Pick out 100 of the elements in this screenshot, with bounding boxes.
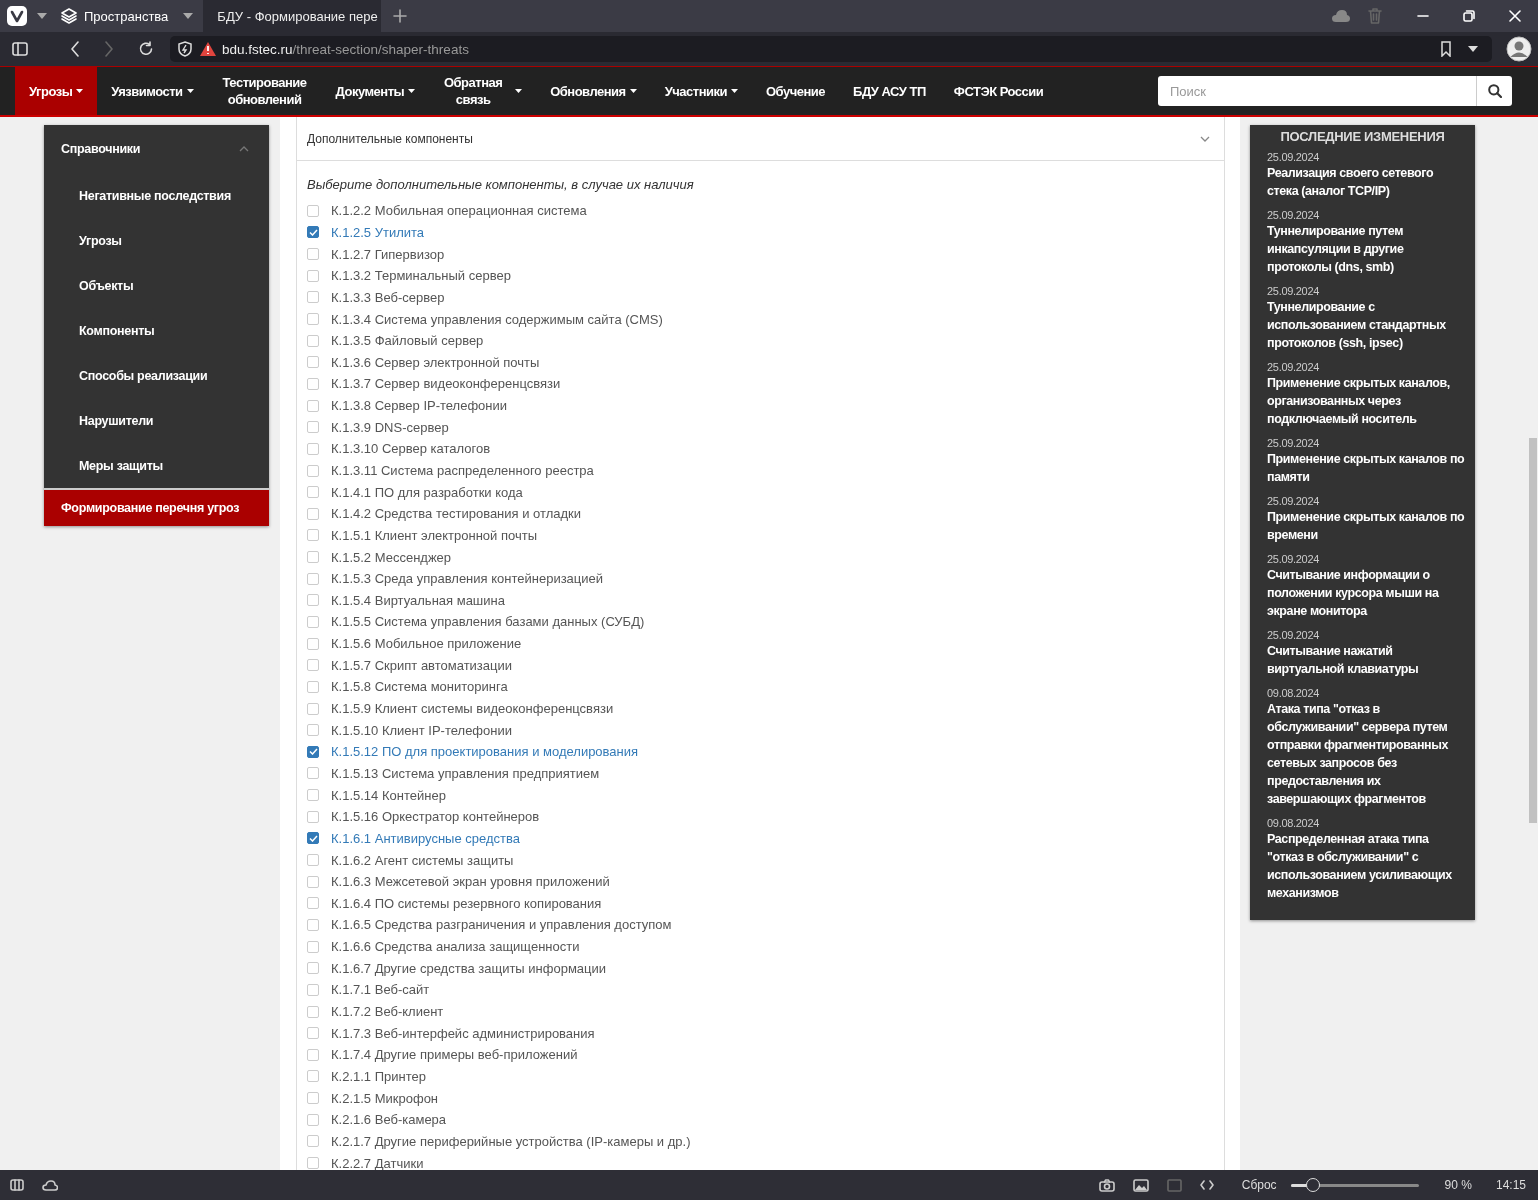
checkbox[interactable] [307, 204, 319, 217]
avatar-icon[interactable] [1506, 36, 1532, 62]
checkbox-label[interactable]: К.1.3.6 Сервер электронной почты [331, 354, 540, 370]
checkbox[interactable] [307, 832, 319, 845]
checkbox[interactable] [307, 313, 319, 325]
checkbox-label[interactable]: К.1.5.12 ПО для проектирования и моделирования [331, 744, 639, 760]
scrollbar-thumb[interactable] [1529, 438, 1537, 823]
checkbox-label[interactable]: К.1.3.5 Файловый сервер [331, 333, 484, 349]
checkbox[interactable] [307, 810, 319, 823]
checkbox[interactable] [307, 1048, 319, 1061]
checkbox-label[interactable]: К.1.6.4 ПО системы резервного копирования [331, 895, 602, 911]
checkbox[interactable] [307, 464, 319, 477]
shield-icon[interactable] [178, 41, 192, 57]
checkbox[interactable] [307, 918, 319, 931]
checkbox[interactable] [307, 897, 319, 910]
checkbox[interactable] [307, 702, 319, 715]
code-icon[interactable] [1199, 1180, 1214, 1190]
checkbox[interactable] [307, 940, 319, 953]
caret-icon[interactable] [76, 89, 84, 93]
news-link[interactable]: Реализация своего сетевого стека (аналог TCP/IP) [1267, 164, 1467, 200]
news-link[interactable]: Туннелирование с использованием стандартных протоколов (ssh, ipsec) [1267, 298, 1467, 352]
sidebar-item[interactable]: Меры защиты [44, 443, 269, 488]
zoom-slider[interactable] [1290, 1178, 1419, 1192]
sidebar-item[interactable]: Угрозы [44, 218, 269, 263]
checkbox-label[interactable]: К.1.5.13 Система управления предприятием [331, 765, 600, 781]
checkbox[interactable] [307, 1113, 319, 1126]
checkbox-label[interactable]: К.1.3.11 Система распределенного реестра [331, 463, 594, 478]
checkbox[interactable] [307, 572, 319, 585]
nav-menu-item[interactable]: Участники [650, 67, 752, 115]
checkbox[interactable] [307, 962, 319, 975]
checkbox-label[interactable]: К.1.2.7 Гипервизор [331, 246, 445, 262]
checkbox-label[interactable]: К.1.3.2 Терминальный сервер [331, 268, 511, 284]
news-link[interactable]: Применение скрытых каналов по времени [1267, 508, 1467, 544]
nav-menu-item[interactable]: Уязвимости [97, 67, 208, 115]
new-tab-icon[interactable] [393, 9, 408, 23]
news-link[interactable]: Применение скрытых каналов по памяти [1267, 450, 1467, 486]
caret-icon[interactable] [1468, 46, 1478, 52]
camera-icon[interactable] [1098, 1178, 1115, 1192]
checkbox[interactable] [307, 356, 319, 369]
panel-header[interactable]: Дополнительные компоненты [297, 117, 1224, 161]
checkbox-label[interactable]: К.1.7.1 Веб-сайт [331, 982, 430, 998]
caret-icon[interactable] [408, 89, 416, 93]
news-link[interactable]: Применение скрытых каналов, организованных через подключаемый носитель [1267, 374, 1467, 428]
slider-thumb[interactable] [1305, 1178, 1320, 1192]
nav-menu-item[interactable]: ФСТЭК России [939, 67, 1058, 115]
checkbox[interactable] [307, 291, 319, 304]
checkbox-label[interactable]: К.1.5.4 Виртуальная машина [331, 592, 505, 608]
chevron-down-icon[interactable] [1200, 135, 1210, 142]
checkbox-label[interactable]: К.1.5.9 Клиент системы видеоконференцсвязи [331, 701, 614, 717]
checkbox-label[interactable]: К.1.5.16 Оркестратор контейнеров [331, 809, 540, 825]
sidebar-item[interactable]: Компоненты [44, 308, 269, 353]
checkbox-label[interactable]: К.1.5.2 Мессенджер [331, 549, 452, 565]
checkbox-label[interactable]: К.1.5.3 Среда управления контейнеризацией [331, 571, 604, 587]
checkbox[interactable] [307, 680, 319, 693]
forward-icon[interactable] [104, 41, 114, 57]
checkbox-label[interactable]: К.1.3.9 DNS-сервер [331, 419, 449, 435]
checkbox[interactable] [307, 875, 319, 888]
nav-menu-item[interactable]: Обратная связь [429, 67, 537, 115]
browser-tab[interactable]: БДУ - Формирование пере [203, 0, 382, 32]
checkbox-label[interactable]: К.1.6.2 Агент системы защиты [331, 852, 514, 868]
checkbox[interactable] [307, 1157, 319, 1169]
nav-menu-item[interactable]: Обучение [752, 67, 840, 115]
checkbox-label[interactable]: К.1.7.2 Веб-клиент [331, 1004, 444, 1019]
search-button[interactable] [1476, 76, 1512, 106]
trash-icon[interactable] [1368, 8, 1382, 24]
news-link[interactable]: Распределенная атака типа "отказ в обслуживании" с использованием усиливающих механизмов [1267, 830, 1467, 902]
back-icon[interactable] [70, 41, 80, 57]
checkbox-label[interactable]: К.1.3.4 Система управления содержимым сайта (CMS) [331, 311, 663, 327]
checkbox-label[interactable]: К.1.5.8 Система мониторинга [331, 679, 508, 695]
checkbox[interactable] [307, 226, 319, 239]
checkbox-label[interactable]: К.1.4.1 ПО для разработки кода [331, 484, 523, 500]
panel-icon[interactable] [10, 1179, 24, 1191]
nav-menu-item[interactable]: Тестирование обновлений [207, 67, 322, 115]
reload-icon[interactable] [138, 41, 154, 57]
checkbox[interactable] [307, 1027, 319, 1040]
checkbox[interactable] [307, 789, 319, 802]
checkbox[interactable] [307, 616, 319, 628]
checkbox-label[interactable]: К.1.2.5 Утилита [331, 224, 425, 240]
checkbox-label[interactable]: К.1.5.14 Контейнер [331, 787, 446, 803]
checkbox[interactable] [307, 507, 319, 520]
image-icon[interactable] [1132, 1178, 1149, 1192]
checkbox-label[interactable]: К.2.1.6 Веб-камера [331, 1112, 447, 1128]
caret-icon[interactable] [515, 89, 523, 93]
checkbox-label[interactable]: К.1.5.1 Клиент электронной почты [331, 527, 538, 543]
checkbox-label[interactable]: К.1.7.3 Веб-интерфейс администрирования [331, 1025, 595, 1041]
nav-menu-item[interactable]: БДУ АСУ ТП [839, 67, 940, 115]
checkbox[interactable] [307, 724, 319, 737]
checkbox-label[interactable]: К.1.6.7 Другие средства защиты информации [331, 960, 607, 976]
checkbox[interactable] [307, 377, 319, 390]
sidebar-item[interactable]: Формирование перечня угроз [44, 488, 269, 526]
checkbox-label[interactable]: К.1.5.6 Мобильное приложение [331, 636, 522, 652]
workspaces-button[interactable]: Пространства [59, 0, 204, 32]
checkbox[interactable] [307, 1070, 319, 1083]
sidebar-item[interactable]: Негативные последствия [44, 173, 269, 218]
news-link[interactable]: Туннелирование путем инкапсуляции в другие протоколы (dns, smb) [1267, 222, 1467, 276]
layers-icon[interactable] [61, 8, 77, 24]
cloud-icon[interactable] [42, 1179, 58, 1191]
checkbox-label[interactable]: К.1.2.2 Мобильная операционная система [331, 203, 587, 219]
caret-icon[interactable] [731, 89, 738, 93]
checkbox-label[interactable]: К.1.7.4 Другие примеры веб-приложений [331, 1047, 578, 1063]
